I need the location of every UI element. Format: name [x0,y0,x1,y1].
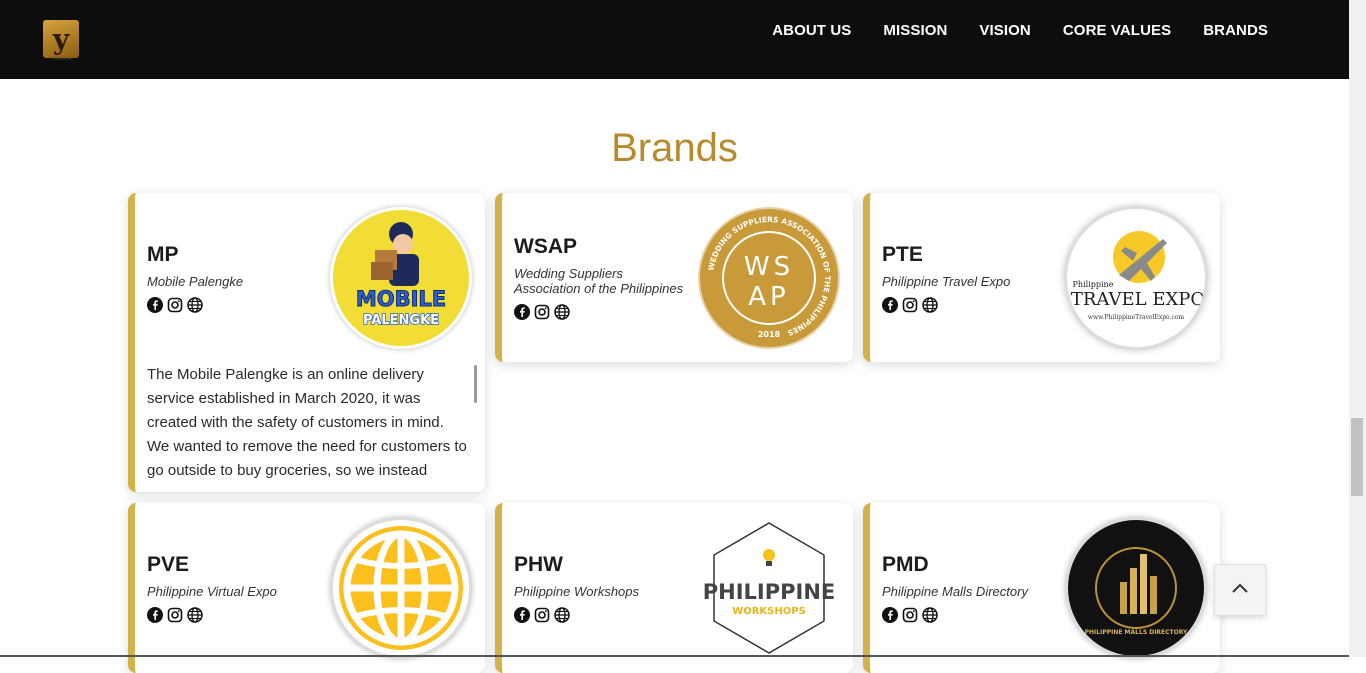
brand-code: PMD [882,553,929,576]
brand-card-wsap[interactable]: WSAP Wedding Suppliers Association of th… [495,193,853,362]
svg-text:www.PhilippineTravelExpo.com: www.PhilippineTravelExpo.com [1088,314,1185,321]
globe-icon[interactable] [922,607,938,623]
brand-code: PTE [882,243,923,266]
facebook-icon[interactable] [514,304,530,320]
facebook-icon[interactable] [147,607,163,623]
svg-text:MOBILE: MOBILE [356,287,446,311]
social-links [882,607,938,623]
malls-directory-logo: PHILIPPINE MALLS DIRECTORY [1065,517,1207,659]
nav-mission[interactable]: MISSION [883,21,947,41]
page-scrollbar[interactable] [1349,0,1366,657]
globe-logo [330,517,472,659]
chevron-up-icon [1231,581,1249,599]
svg-text:PALENGKE: PALENGKE [363,313,439,328]
brand-name: Philippine Workshops [514,584,640,599]
instagram-icon[interactable] [167,607,183,623]
brand-code: WSAP [514,235,577,258]
brand-name: Philippine Malls Directory [882,584,1028,599]
brand-card-pte[interactable]: PTE Philippine Travel Expo Philippine TR… [863,193,1220,362]
svg-text:Philippine: Philippine [1073,280,1114,289]
facebook-icon[interactable] [882,607,898,623]
social-links [147,297,203,313]
brand-code: PVE [147,553,190,576]
brand-description: The Mobile Palengke is an online deliver… [147,366,467,479]
brand-name: Philippine Virtual Expo [147,584,277,599]
brand-card-pve[interactable]: PVE Philippine Virtual Expo [128,503,485,673]
logo-letter: y [52,22,70,56]
svg-text:TRAVEL EXPO: TRAVEL EXPO [1071,289,1205,310]
facebook-icon[interactable] [147,297,163,313]
main-nav: ABOUT US MISSION VISION CORE VALUES BRAN… [772,21,1268,41]
facebook-icon[interactable] [882,297,898,313]
brand-card-phw[interactable]: PHW Philippine Workshops PHILIPPINE WORK… [495,503,853,673]
instagram-icon[interactable] [167,297,183,313]
instagram-icon[interactable] [534,607,550,623]
facebook-icon[interactable] [514,607,530,623]
nav-vision[interactable]: VISION [979,21,1030,41]
nav-about-us[interactable]: ABOUT US [772,21,851,41]
globe-icon[interactable] [554,304,570,320]
globe-icon[interactable] [922,297,938,313]
svg-text:AP: AP [748,282,789,312]
brand-logo[interactable]: y [43,20,79,58]
travel-expo-logo: Philippine TRAVEL EXPO www.PhilippineTra… [1065,207,1207,349]
brand-name: Mobile Palengke [147,274,244,289]
nav-brands[interactable]: BRANDS [1203,21,1268,41]
brand-name: Philippine Travel Expo [882,274,1011,289]
brand-card-mp[interactable]: MP Mobile Palengke MOBILE PALENGKE The M… [128,193,485,492]
brand-card-pmd[interactable]: PMD Philippine Malls Directory PHILIPPIN… [863,503,1220,673]
svg-text:WS: WS [744,252,794,282]
workshops-logo: PHILIPPINE WORKSHOPS [698,517,840,659]
globe-icon[interactable] [187,607,203,623]
top-navbar: y YAANA ABOUT US MISSION VISION CORE VAL… [0,0,1349,79]
description-scrollbar[interactable] [474,365,477,403]
globe-icon[interactable] [187,297,203,313]
brand-name-line2: Association of the Philippines [514,281,684,296]
social-links [147,607,203,623]
svg-text:PHILIPPINE MALLS DIRECTORY: PHILIPPINE MALLS DIRECTORY [1085,629,1188,636]
scrollbar-thumb[interactable] [1351,418,1363,496]
brand-code: PHW [514,553,563,576]
section-title: Brands [611,126,738,170]
instagram-icon[interactable] [902,607,918,623]
brand-name-line1: Wedding Suppliers [514,266,623,281]
social-links [514,304,570,320]
logo-subtext: YAANA [50,56,72,62]
globe-icon[interactable] [554,607,570,623]
social-links [882,297,938,313]
svg-text:WORKSHOPS: WORKSHOPS [732,606,806,617]
instagram-icon[interactable] [534,304,550,320]
social-links [514,607,570,623]
svg-text:PHILIPPINE: PHILIPPINE [703,580,836,604]
nav-core-values[interactable]: CORE VALUES [1063,21,1171,41]
svg-text:2018: 2018 [758,330,781,339]
back-to-top-button[interactable] [1214,564,1266,616]
brand-code: MP [147,243,179,266]
instagram-icon[interactable] [902,297,918,313]
wsap-logo: WEDDING SUPPLIERS ASSOCIATION OF THE PHI… [698,207,840,349]
mobile-palengke-logo: MOBILE PALENGKE [330,207,472,349]
